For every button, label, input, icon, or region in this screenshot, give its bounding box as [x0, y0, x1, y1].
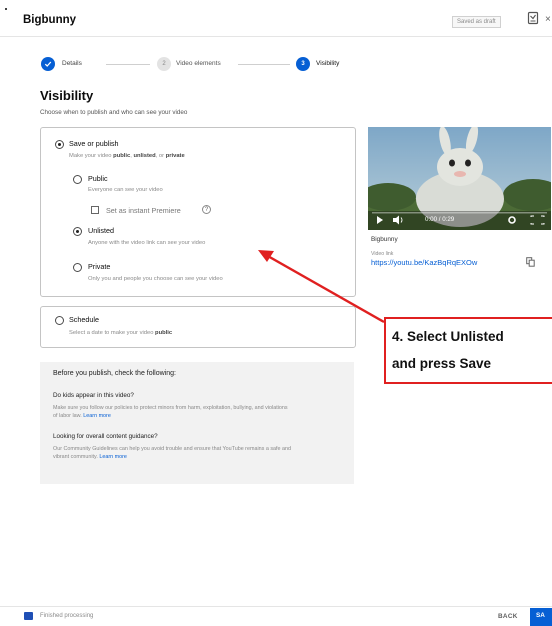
checklist-title: Before you publish, check the following: — [53, 370, 176, 377]
schedule-radio[interactable] — [55, 316, 64, 325]
section-subtitle: Choose when to publish and who can see y… — [40, 109, 188, 116]
annotation-arrow — [258, 250, 385, 324]
instant-premiere-checkbox[interactable] — [91, 206, 99, 214]
save-or-publish-label[interactable]: Save or publish — [69, 139, 119, 148]
stepper-line — [238, 64, 290, 65]
back-button[interactable]: BACK — [498, 613, 518, 620]
schedule-label[interactable]: Schedule — [69, 315, 99, 324]
schedule-desc: Select a date to make your video public — [69, 330, 172, 336]
private-desc: Only you and people you choose can see y… — [88, 276, 223, 282]
upload-checks-icon[interactable] — [527, 11, 539, 25]
unlisted-radio[interactable] — [73, 227, 82, 236]
unlisted-label[interactable]: Unlisted — [88, 226, 114, 235]
private-label[interactable]: Private — [88, 262, 110, 271]
private-radio[interactable] — [73, 263, 82, 272]
processing-status-icon — [24, 612, 33, 620]
video-frame-image — [368, 127, 551, 230]
close-icon[interactable]: × — [545, 14, 551, 25]
public-desc: Everyone can see your video — [88, 187, 163, 193]
unlisted-desc: Anyone with the video link can see your … — [88, 240, 206, 246]
footer-divider — [0, 606, 552, 607]
page-edge-mark — [5, 8, 7, 10]
save-or-publish-radio[interactable] — [55, 140, 64, 149]
checklist-heading: Looking for overall content guidance? — [53, 433, 158, 440]
step-video-elements-label[interactable]: Video elements — [176, 60, 221, 67]
checklist-text: Our Community Guidelines can help you av… — [53, 446, 293, 461]
desc-text: , or — [155, 153, 166, 159]
desc-public: public — [113, 153, 131, 159]
learn-more-link[interactable]: Learn more — [99, 454, 127, 460]
save-or-publish-desc: Make your video public, unlisted, or pri… — [69, 153, 185, 159]
video-time: 0:00 / 0:29 — [425, 216, 455, 223]
draft-status-badge: Saved as draft — [452, 16, 501, 28]
schedule-desc-public: public — [155, 330, 173, 336]
step-details-label[interactable]: Details — [62, 60, 82, 67]
desc-private: private — [165, 153, 185, 159]
stepper-line — [106, 64, 150, 65]
publish-checklist — [40, 362, 354, 484]
callout-line-1: 4. Select Unlisted — [392, 329, 504, 344]
header-divider — [0, 36, 552, 37]
checklist-body: Our Community Guidelines can help you av… — [53, 446, 292, 460]
step-video-elements-number[interactable]: 2 — [157, 57, 171, 71]
copy-icon[interactable] — [526, 254, 535, 267]
desc-text: Make your video — [69, 153, 114, 159]
instant-premiere-label[interactable]: Set as instant Premiere — [106, 206, 181, 215]
callout-line-2: and press Save — [392, 356, 492, 371]
public-radio[interactable] — [73, 175, 82, 184]
instruction-callout — [384, 317, 552, 384]
schedule-desc-text: Select a date to make your video — [69, 330, 156, 336]
save-button[interactable]: SA — [530, 608, 552, 626]
learn-more-link[interactable]: Learn more — [83, 413, 111, 419]
section-title: Visibility — [40, 88, 94, 103]
checklist-heading: Do kids appear in this video? — [53, 392, 134, 399]
processing-status: Finished processing — [40, 613, 94, 619]
dialog-title: Bigbunny — [23, 14, 77, 26]
step-visibility-number[interactable]: 3 — [296, 57, 310, 71]
desc-unlisted: unlisted — [133, 153, 156, 159]
step-visibility-label[interactable]: Visibility — [316, 60, 339, 67]
public-label[interactable]: Public — [88, 174, 108, 183]
help-icon[interactable]: ? — [202, 205, 211, 214]
checklist-text: Make sure you follow our policies to pro… — [53, 405, 293, 420]
video-preview[interactable]: 0:00 / 0:29 — [368, 127, 551, 230]
step-details-icon[interactable] — [41, 57, 55, 71]
